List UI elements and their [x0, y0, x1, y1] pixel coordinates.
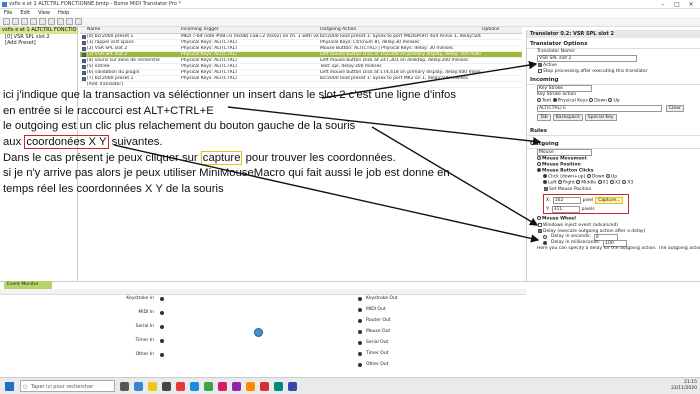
app-icon[interactable]: [218, 381, 227, 391]
monitor-out-label: Serial Out: [366, 340, 389, 345]
app-icon[interactable]: [204, 381, 213, 391]
monitor-in-indicator: [160, 311, 164, 315]
monitor-out-indicator: [358, 352, 362, 356]
monitor-in-label: MIDI In: [138, 310, 154, 315]
app-icon[interactable]: [288, 381, 297, 391]
app-icon[interactable]: [246, 381, 255, 391]
monitor-in-label: Keystroke In: [126, 296, 154, 301]
monitor-out-indicator: [358, 363, 362, 367]
monitor-out-indicator: [358, 341, 362, 345]
monitor-out-label: Timer Out: [366, 351, 389, 356]
edge-icon[interactable]: [134, 381, 143, 391]
search-icon: ○: [23, 384, 28, 390]
search-placeholder: Taper ici pour rechercher: [31, 384, 94, 390]
monitor-in-label: Timer In: [135, 338, 154, 343]
store-icon[interactable]: [162, 381, 171, 391]
explorer-icon[interactable]: [148, 381, 157, 391]
monitor-out-label: MIDI Out: [366, 307, 386, 312]
system-clock[interactable]: 21:15 23/11/2020: [671, 380, 697, 392]
app-icon[interactable]: [260, 381, 269, 391]
windows-start-icon[interactable]: [5, 382, 14, 391]
event-monitor-header: [0, 289, 526, 295]
task-view-icon[interactable]: [120, 381, 129, 391]
monitor-cursor-icon: [254, 328, 263, 337]
event-monitor-tab[interactable]: Event Monitor: [4, 281, 52, 289]
monitor-in-indicator: [160, 353, 164, 357]
monitor-out-indicator: [358, 308, 362, 312]
arrow-to-name: [321, 60, 538, 99]
arrow-to-coordinates: [113, 144, 540, 243]
monitor-in-label: Serial In: [135, 324, 154, 329]
app-icon[interactable]: [190, 381, 199, 391]
clock-date: 23/11/2020: [671, 386, 697, 391]
app-icon[interactable]: [232, 381, 241, 391]
monitor-in-indicator: [160, 325, 164, 329]
taskbar: ○ Taper ici pour rechercher 21:15 23/11/…: [0, 377, 700, 394]
arrow-to-mouse-click: [371, 126, 539, 226]
monitor-out-indicator: [358, 319, 362, 323]
monitor-out-label: Mouse Out: [366, 329, 391, 334]
taskbar-search[interactable]: ○ Taper ici pour rechercher: [20, 380, 115, 392]
app-icon[interactable]: [274, 381, 283, 391]
monitor-out-label: Other Out: [366, 362, 389, 367]
arrow-to-keys: [227, 106, 542, 146]
monitor-in-indicator: [160, 339, 164, 343]
app-icon[interactable]: [176, 381, 185, 391]
monitor-out-indicator: [358, 297, 362, 301]
monitor-out-indicator: [358, 330, 362, 334]
monitor-in-indicator: [160, 297, 164, 301]
monitor-out-label: Router Out: [366, 318, 391, 323]
monitor-out-label: Keystroke Out: [366, 296, 398, 301]
monitor-in-label: Other In: [135, 352, 154, 357]
